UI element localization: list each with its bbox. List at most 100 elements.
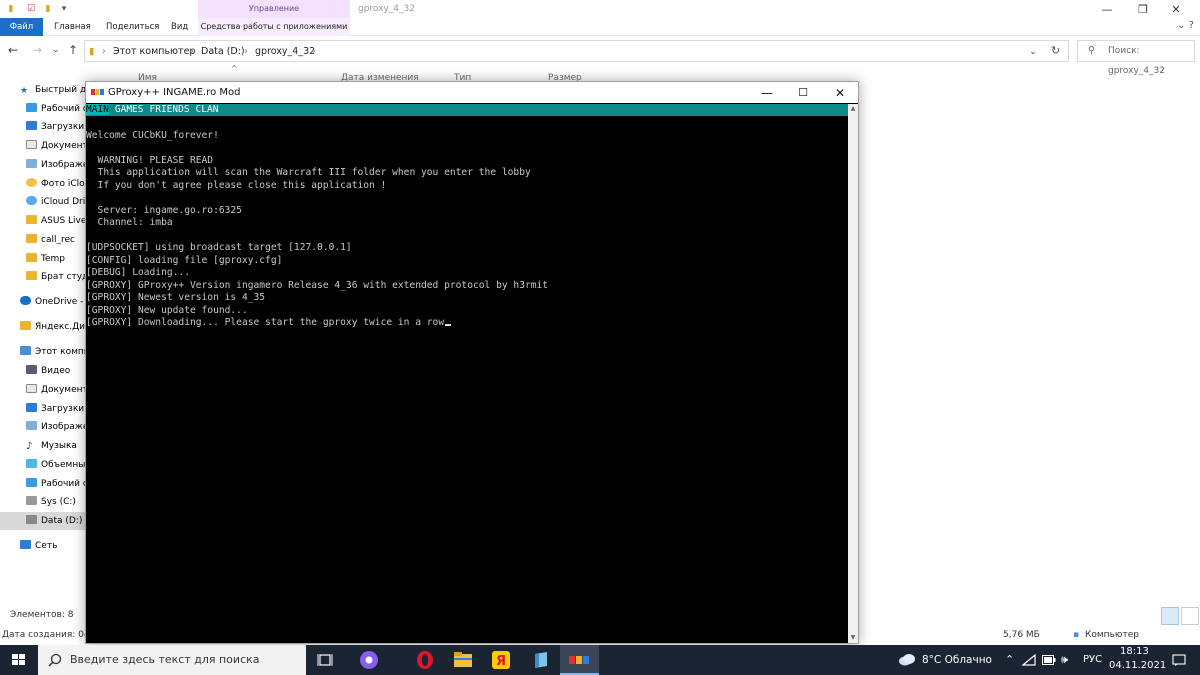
- tab-share[interactable]: Поделиться: [106, 18, 159, 36]
- file-explorer-icon[interactable]: [452, 649, 474, 671]
- menu-clan[interactable]: CLAN: [196, 104, 219, 115]
- taskbar-search-placeholder: Введите здесь текст для поиска: [70, 653, 260, 666]
- task-view-icon[interactable]: [314, 649, 336, 671]
- scroll-down-arrow-icon[interactable]: ▼: [848, 633, 858, 643]
- close-icon[interactable]: ✕: [1156, 2, 1196, 18]
- sidebar-item-pictures-pc[interactable]: Изображения: [0, 418, 90, 436]
- sidebar-item-3d-objects[interactable]: Объемные объекты: [0, 456, 90, 474]
- minimize-icon[interactable]: —: [749, 84, 785, 102]
- breadcrumb-this-pc[interactable]: Этот компьютер: [113, 46, 195, 57]
- svg-text:Я: Я: [496, 654, 506, 669]
- sidebar-item-label: Рабочий стол: [41, 479, 90, 489]
- sidebar-item-label: Изображения: [41, 160, 90, 170]
- sidebar-item-desktop-pc[interactable]: Рабочий стол: [0, 475, 90, 493]
- minimize-icon[interactable]: —: [1087, 2, 1127, 18]
- console-line: Channel: imba: [86, 217, 173, 228]
- breadcrumb-gproxy-folder[interactable]: gproxy_4_32: [255, 46, 315, 57]
- sidebar-item-desktop[interactable]: Рабочий стол: [0, 100, 90, 118]
- sidebar-item-documents-pc[interactable]: Документы: [0, 381, 90, 399]
- gproxy-titlebar[interactable]: GProxy++ INGAME.ro Mod — ☐ ✕: [86, 82, 858, 103]
- sidebar-item-icloud-drive[interactable]: iCloud Drive: [0, 193, 90, 211]
- sidebar-item-label: OneDrive - Personal: [35, 297, 90, 307]
- windows-start-icon[interactable]: [0, 645, 38, 675]
- forward-arrow-icon[interactable]: →: [32, 43, 42, 57]
- chevron-up-icon[interactable]: ⌃: [1005, 653, 1014, 666]
- battery-icon[interactable]: [1042, 655, 1056, 665]
- quick-access-chevron-icon[interactable]: ▾: [58, 3, 70, 15]
- sidebar-item-asus-live[interactable]: ASUS Live: [0, 212, 90, 230]
- download-icon: [26, 403, 37, 412]
- back-arrow-icon[interactable]: ←: [8, 43, 18, 57]
- language-indicator[interactable]: РУС: [1083, 654, 1102, 665]
- up-arrow-icon[interactable]: ↑: [68, 43, 78, 57]
- clock-time[interactable]: 18:13: [1120, 646, 1149, 657]
- menu-friends[interactable]: FRIENDS: [150, 104, 190, 115]
- status-size: 5,76 МБ: [1003, 630, 1040, 640]
- maximize-icon[interactable]: ☐: [785, 84, 821, 102]
- chevron-right-icon[interactable]: ›: [244, 46, 248, 57]
- notepad-icon[interactable]: [530, 649, 552, 671]
- chevron-right-icon[interactable]: ›: [102, 46, 106, 57]
- sidebar-item-icloud-photos[interactable]: Фото iCloud: [0, 175, 90, 193]
- ribbon-expand-icon[interactable]: ⌄ ?: [1177, 20, 1194, 31]
- gproxy-menu-bar: MAIN GAMES FRIENDS CLAN: [86, 104, 848, 116]
- tab-file[interactable]: Файл: [0, 18, 43, 36]
- large-icons-view-icon[interactable]: [1181, 607, 1199, 625]
- opera-browser-icon[interactable]: [414, 649, 436, 671]
- sidebar-item-this-pc[interactable]: Этот компьютер: [0, 343, 90, 361]
- manage-tab[interactable]: Управление: [198, 0, 350, 18]
- sidebar-item-yandex-disk[interactable]: Яндекс.Диск: [0, 318, 90, 336]
- sidebar-item-call-rec[interactable]: call_rec: [0, 231, 90, 249]
- details-view-icon[interactable]: [1161, 607, 1179, 625]
- status-item-count: Элементов: 8: [10, 610, 74, 620]
- refresh-icon[interactable]: ↻: [1051, 44, 1060, 57]
- weather-text[interactable]: 8°C Облачно: [922, 654, 992, 666]
- console-output[interactable]: Welcome CUCbKU_forever! WARNING! PLEASE …: [86, 118, 848, 643]
- chevron-right-icon[interactable]: ›: [312, 46, 316, 57]
- chevron-right-icon[interactable]: ›: [190, 46, 194, 57]
- sidebar-item-label: Музыка: [41, 441, 77, 451]
- console-scrollbar[interactable]: ▲ ▼: [848, 104, 858, 643]
- sidebar-item-documents[interactable]: Документы: [0, 137, 90, 155]
- alice-assistant-icon[interactable]: [358, 649, 380, 671]
- close-icon[interactable]: ✕: [822, 84, 858, 102]
- tab-view[interactable]: Вид: [171, 18, 188, 36]
- sidebar-item-network[interactable]: Сеть: [0, 537, 90, 555]
- sidebar-item-brother-studio[interactable]: Брат студия: [0, 268, 90, 286]
- scroll-up-arrow-icon[interactable]: ▲: [848, 104, 858, 114]
- yandex-browser-icon[interactable]: Я: [490, 649, 512, 671]
- breadcrumb-data-drive[interactable]: Data (D:): [201, 46, 245, 57]
- cloud-weather-icon[interactable]: [898, 653, 916, 666]
- image-icon: [26, 421, 37, 430]
- notifications-icon[interactable]: [1172, 653, 1186, 667]
- menu-games[interactable]: GAMES: [115, 104, 144, 115]
- sidebar-item-onedrive[interactable]: OneDrive - Personal: [0, 293, 90, 311]
- sidebar-item-music[interactable]: ♪ Музыка: [0, 437, 90, 455]
- sidebar-item-pictures[interactable]: Изображения: [0, 156, 90, 174]
- sidebar-item-downloads-pc[interactable]: Загрузки: [0, 400, 90, 418]
- sidebar-item-quick-access[interactable]: ★ Быстрый доступ: [0, 81, 90, 99]
- wifi-icon[interactable]: [1022, 654, 1036, 666]
- yandex-disk-icon: [20, 321, 31, 330]
- new-folder-icon[interactable]: ▮: [42, 3, 54, 15]
- tab-home[interactable]: Главная: [54, 18, 91, 36]
- console-line: If you don't agree please close this app…: [86, 180, 387, 191]
- search-icon: [48, 653, 62, 667]
- tab-app-tools[interactable]: Средства работы с приложениями: [198, 18, 350, 36]
- volume-icon[interactable]: 🕪: [1061, 653, 1068, 667]
- console-line: [CONFIG] loading file [gproxy.cfg]: [86, 255, 283, 266]
- taskbar-gproxy-button[interactable]: [560, 645, 599, 675]
- sidebar-item-data-d[interactable]: Data (D:): [0, 512, 90, 530]
- recent-chevron-icon[interactable]: ⌄: [52, 45, 60, 55]
- sidebar-item-downloads[interactable]: Загрузки: [0, 118, 90, 136]
- address-dropdown-icon[interactable]: ⌄: [1029, 46, 1037, 57]
- menu-main[interactable]: MAIN: [86, 104, 109, 115]
- sidebar-item-temp[interactable]: Temp: [0, 250, 90, 268]
- cloud-icon: [26, 196, 37, 205]
- taskbar-search-input[interactable]: Введите здесь текст для поиска: [38, 645, 306, 675]
- properties-icon[interactable]: ☑: [25, 3, 37, 15]
- clock-date[interactable]: 04.11.2021: [1109, 660, 1166, 671]
- desktop-icon: [26, 103, 37, 112]
- sidebar-item-sys-c[interactable]: Sys (C:): [0, 493, 90, 511]
- sidebar-item-videos[interactable]: Видео: [0, 362, 90, 380]
